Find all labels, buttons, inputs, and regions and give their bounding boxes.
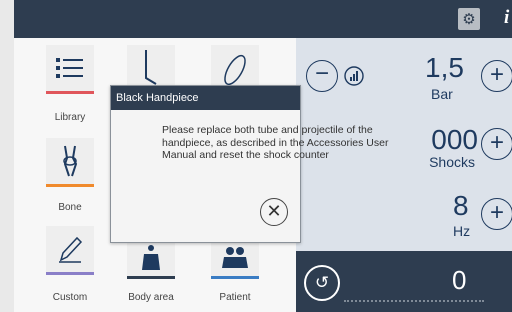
frequency-unit: Hz bbox=[453, 223, 471, 239]
shocks-unit: Shocks bbox=[429, 154, 475, 170]
pressure-plus-button[interactable]: + bbox=[481, 60, 512, 92]
pencil-icon bbox=[59, 236, 83, 263]
pressure-value: 1,5 bbox=[425, 52, 464, 83]
patient-label: Patient bbox=[219, 292, 251, 303]
knee-icon bbox=[63, 145, 78, 177]
body-area-label: Body area bbox=[128, 292, 174, 303]
info-icon[interactable]: i bbox=[504, 7, 509, 29]
top-bar: ⚙ i bbox=[14, 0, 512, 38]
frequency-plus-button[interactable]: + bbox=[481, 198, 512, 230]
leg-icon bbox=[145, 50, 157, 85]
library-label: Library bbox=[54, 112, 86, 123]
frequency-value: 8 bbox=[453, 190, 469, 221]
intensity-icon bbox=[344, 66, 364, 86]
shock-counter-value: 0 bbox=[452, 265, 467, 295]
body-area-button[interactable] bbox=[127, 240, 175, 279]
shocks-value: 000 bbox=[431, 124, 478, 155]
dialog-message: Please replace both tube and projectile … bbox=[162, 124, 389, 161]
body-icon bbox=[142, 245, 160, 270]
counter-bar: ↺ 0 bbox=[296, 251, 512, 312]
dialog-title: Black Handpiece bbox=[111, 86, 300, 110]
gear-icon[interactable]: ⚙ bbox=[458, 8, 480, 30]
dialog-close-button[interactable]: ✕ bbox=[260, 198, 288, 226]
list-icon bbox=[56, 58, 83, 78]
custom-button[interactable] bbox=[46, 226, 94, 275]
shocks-plus-button[interactable]: + bbox=[481, 128, 512, 160]
patient-button[interactable] bbox=[211, 240, 259, 279]
bone-button[interactable] bbox=[46, 138, 94, 187]
library-button[interactable] bbox=[46, 45, 94, 94]
custom-label: Custom bbox=[52, 292, 88, 303]
patients-icon bbox=[222, 247, 248, 268]
pressure-unit: Bar bbox=[431, 86, 453, 102]
bone-label: Bone bbox=[58, 202, 82, 213]
muscle-icon bbox=[224, 54, 246, 86]
counter-divider bbox=[344, 300, 484, 302]
pressure-minus-button[interactable]: − bbox=[306, 60, 338, 92]
reset-counter-button[interactable]: ↺ bbox=[304, 265, 340, 301]
